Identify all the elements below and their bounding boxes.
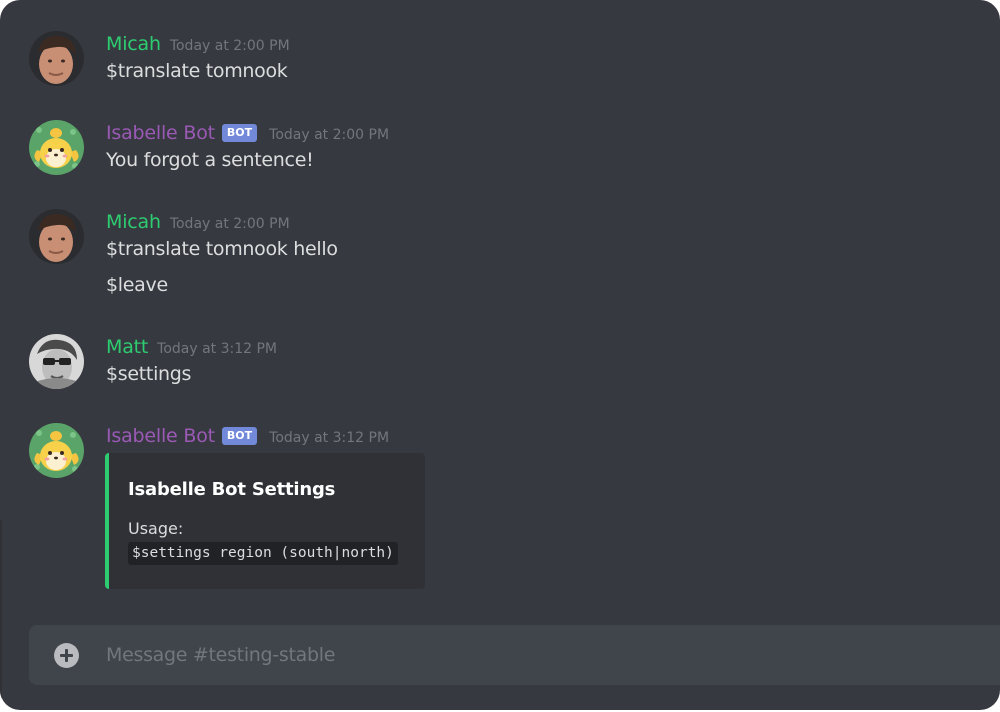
timestamp: Today at 3:12 PM	[269, 429, 390, 446]
timestamp: Today at 2:00 PM	[269, 126, 390, 143]
username[interactable]: Matt	[106, 336, 148, 358]
username[interactable]: Micah	[106, 33, 161, 55]
message-text: $translate tomnook hello	[106, 238, 338, 260]
message-composer	[29, 625, 1000, 685]
chat-window: Micah Today at 2:00 PM $translate tomnoo…	[0, 0, 1000, 710]
timestamp: Today at 2:00 PM	[169, 215, 290, 232]
message-header: Micah Today at 2:00 PM	[106, 209, 290, 235]
username[interactable]: Micah	[106, 211, 161, 233]
avatar[interactable]	[29, 423, 84, 478]
message-header: Isabelle Bot BOT Today at 3:12 PM	[106, 423, 389, 449]
avatar[interactable]	[29, 209, 84, 264]
message-header: Matt Today at 3:12 PM	[106, 334, 277, 360]
username[interactable]: Isabelle Bot	[106, 122, 215, 144]
message-text: $translate tomnook	[106, 60, 288, 82]
bot-tag: BOT	[221, 427, 258, 445]
embed-code: $settings region (south|north)	[128, 542, 398, 565]
message-text: $leave	[106, 274, 168, 296]
avatar[interactable]	[29, 120, 84, 175]
window-edge	[0, 520, 2, 710]
embed-title: Isabelle Bot Settings	[128, 479, 336, 500]
avatar[interactable]	[29, 334, 84, 389]
bot-tag: BOT	[221, 124, 258, 142]
username[interactable]: Isabelle Bot	[106, 425, 215, 447]
message-text: You forgot a sentence!	[106, 149, 314, 171]
embed-field-name: Usage:	[128, 519, 184, 538]
message-text: $settings	[106, 363, 192, 385]
timestamp: Today at 2:00 PM	[169, 37, 290, 54]
message-header: Isabelle Bot BOT Today at 2:00 PM	[106, 120, 389, 146]
message-input[interactable]	[106, 625, 986, 685]
timestamp: Today at 3:12 PM	[157, 340, 278, 357]
avatar[interactable]	[29, 31, 84, 86]
message-header: Micah Today at 2:00 PM	[106, 31, 290, 57]
plus-circle-icon[interactable]	[54, 643, 79, 668]
settings-embed: Isabelle Bot Settings Usage: $settings r…	[105, 453, 425, 589]
